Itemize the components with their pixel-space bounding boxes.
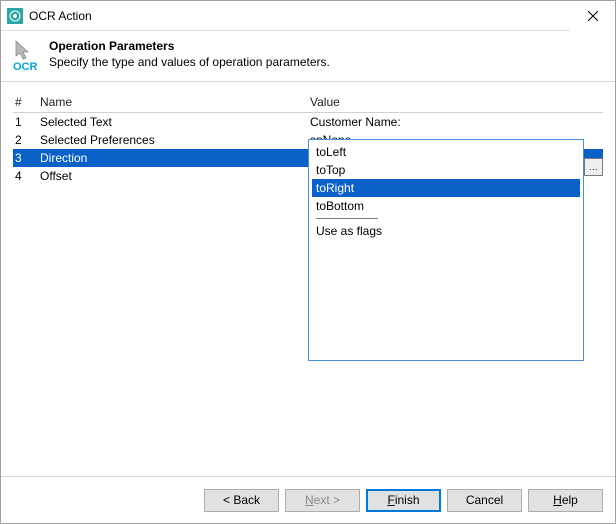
help-button[interactable]: Help [528, 489, 603, 512]
button-bar: < Back Next > Finish Cancel Help [1, 476, 615, 523]
app-icon [7, 8, 23, 24]
col-header-name[interactable]: Name [40, 95, 310, 109]
cell-name: Offset [40, 169, 310, 183]
titlebar: OCR Action [1, 1, 615, 31]
page-subheading: Specify the type and values of operation… [49, 55, 330, 69]
finish-button[interactable]: Finish [366, 489, 441, 512]
close-button[interactable] [570, 1, 615, 31]
ellipsis-button[interactable]: ... [585, 158, 603, 176]
window-title: OCR Action [29, 9, 570, 23]
ocr-label-icon: OCR [13, 61, 38, 71]
direction-dropdown[interactable]: toLeft toTop toRight toBottom Use as fla… [308, 139, 584, 361]
dropdown-item-use-as-flags[interactable]: Use as flags [312, 222, 580, 240]
grid-header: # Name Value [13, 92, 603, 113]
cell-name: Selected Text [40, 115, 310, 129]
grid-row[interactable]: 1 Selected Text Customer Name: [13, 113, 603, 131]
cancel-button[interactable]: Cancel [447, 489, 522, 512]
cell-index: 4 [13, 169, 40, 183]
col-header-value[interactable]: Value [310, 95, 603, 109]
dropdown-item[interactable]: toBottom [312, 197, 580, 215]
cell-name: Selected Preferences [40, 133, 310, 147]
parameters-body: # Name Value 1 Selected Text Customer Na… [1, 82, 615, 476]
close-icon [588, 11, 598, 21]
page-heading: Operation Parameters [49, 39, 330, 53]
back-button[interactable]: < Back [204, 489, 279, 512]
dialog-window: OCR Action OCR Operation Parameters Spec… [0, 0, 616, 524]
cell-index: 3 [13, 151, 40, 165]
next-button: Next > [285, 489, 360, 512]
cell-index: 1 [13, 115, 40, 129]
dropdown-item[interactable]: toTop [312, 161, 580, 179]
dropdown-item-selected[interactable]: toRight [312, 179, 580, 197]
dropdown-item[interactable]: toLeft [312, 143, 580, 161]
cell-value: Customer Name: [310, 115, 603, 129]
header-text: Operation Parameters Specify the type an… [49, 39, 330, 69]
cell-index: 2 [13, 133, 40, 147]
cell-name: Direction [40, 151, 310, 165]
header-area: OCR Operation Parameters Specify the typ… [1, 31, 615, 82]
col-header-index[interactable]: # [13, 95, 40, 109]
ocr-cursor-icon: OCR [13, 39, 41, 71]
dropdown-separator [316, 218, 378, 219]
